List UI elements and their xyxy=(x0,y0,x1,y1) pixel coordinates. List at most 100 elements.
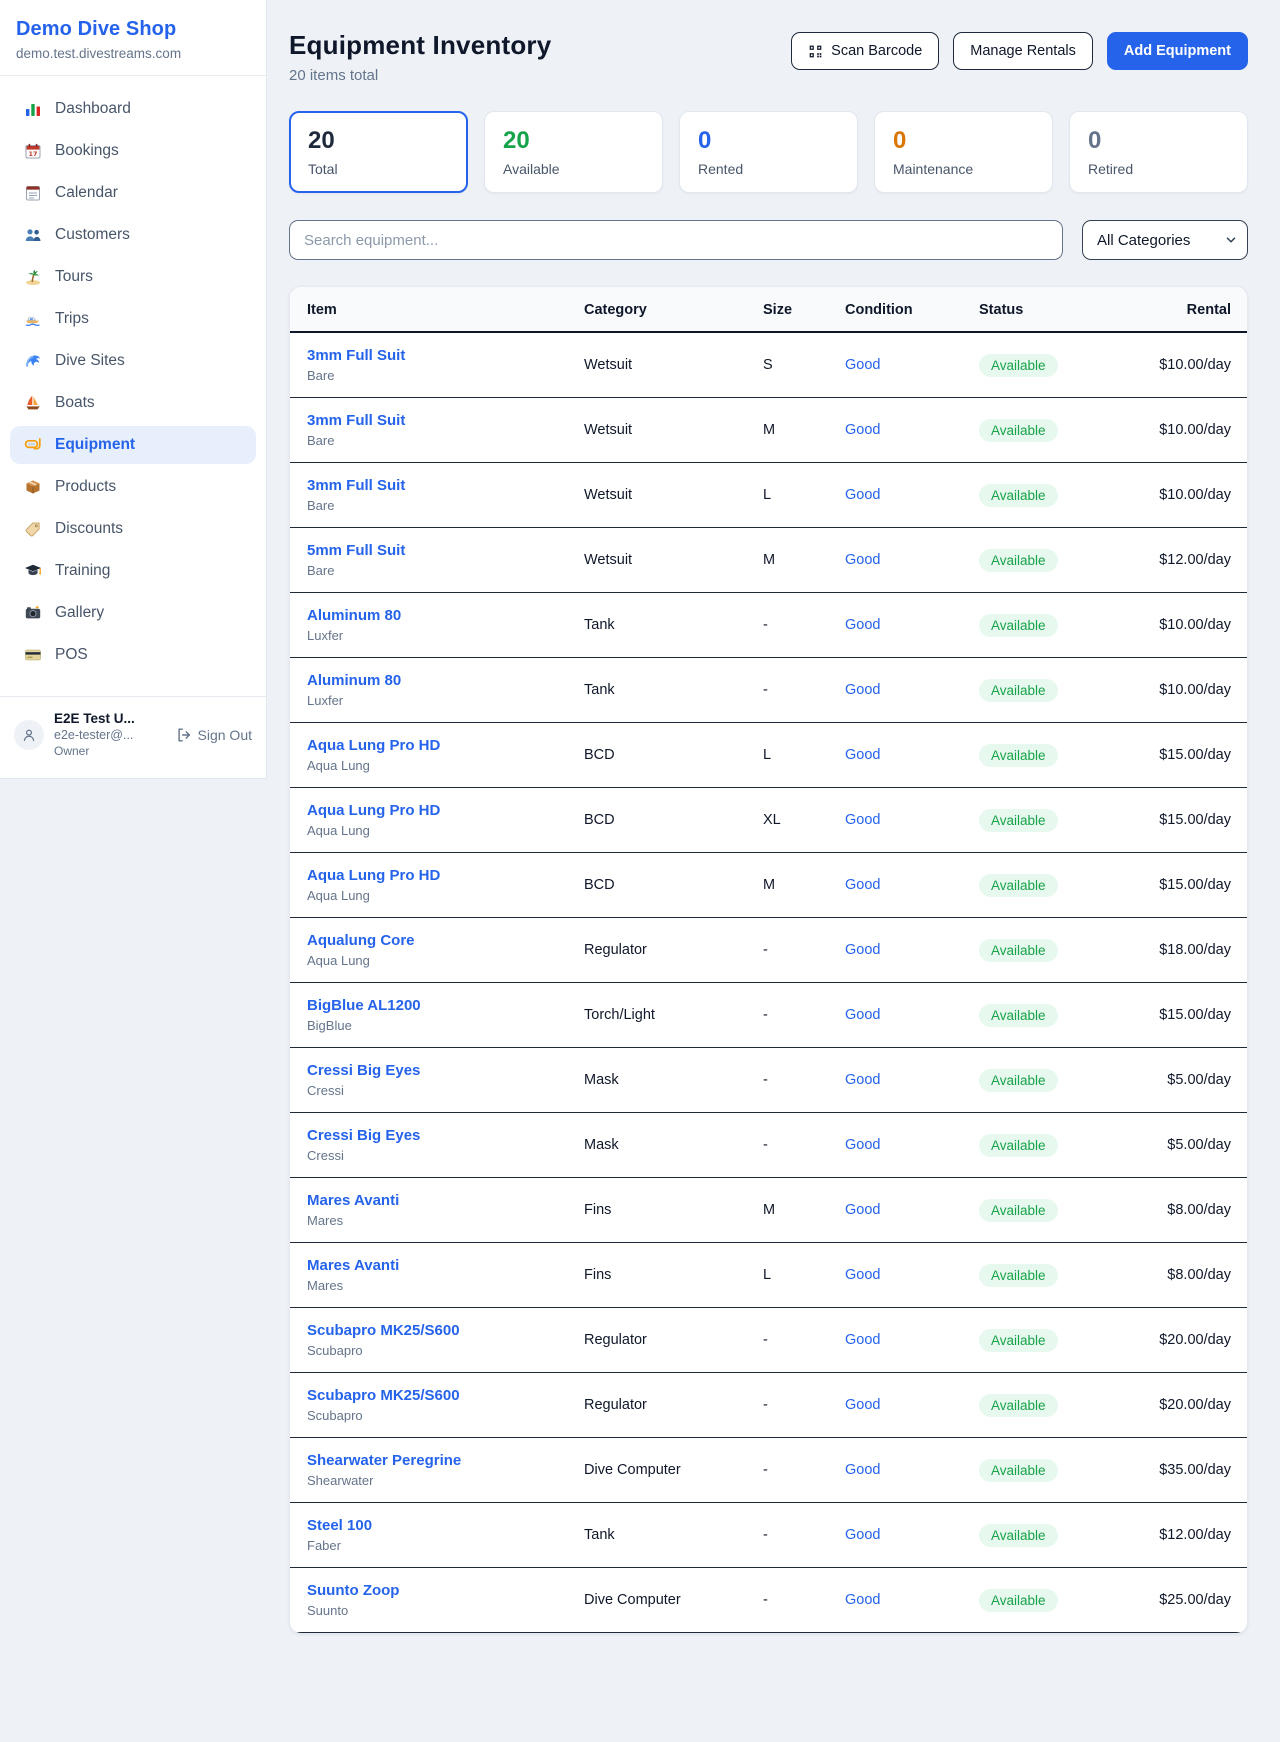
item-category: Torch/Light xyxy=(584,983,763,1048)
manage-rentals-button[interactable]: Manage Rentals xyxy=(953,32,1093,70)
item-name-link[interactable]: BigBlue AL1200 xyxy=(307,997,421,1014)
item-size: - xyxy=(763,1503,845,1568)
item-condition-link[interactable]: Good xyxy=(845,487,880,503)
item-brand: Faber xyxy=(307,1538,576,1553)
sidebar-item-label: Trips xyxy=(55,310,89,328)
item-condition-link[interactable]: Good xyxy=(845,1007,880,1023)
table-row: Scubapro MK25/S600 Scubapro Regulator - … xyxy=(290,1308,1247,1373)
item-condition-link[interactable]: Good xyxy=(845,422,880,438)
category-select[interactable]: All Categories xyxy=(1082,220,1248,260)
item-condition-link[interactable]: Good xyxy=(845,877,880,893)
status-badge: Available xyxy=(979,484,1058,507)
item-rental-rate: $10.00/day xyxy=(1099,463,1247,528)
item-condition-link[interactable]: Good xyxy=(845,1267,880,1283)
sidebar-item-equipment[interactable]: Equipment xyxy=(10,426,256,464)
item-rental-rate: $8.00/day xyxy=(1099,1243,1247,1308)
sidebar-item-boats[interactable]: Boats xyxy=(10,384,256,422)
item-condition-link[interactable]: Good xyxy=(845,1072,880,1088)
item-rental-rate: $10.00/day xyxy=(1099,332,1247,398)
item-name-link[interactable]: Scubapro MK25/S600 xyxy=(307,1387,460,1404)
item-name-link[interactable]: Aluminum 80 xyxy=(307,672,401,689)
item-category: Fins xyxy=(584,1243,763,1308)
item-name-link[interactable]: Shearwater Peregrine xyxy=(307,1452,461,1469)
stat-value: 0 xyxy=(893,127,1034,155)
sidebar-item-discounts[interactable]: Discounts xyxy=(10,510,256,548)
item-name-link[interactable]: Aluminum 80 xyxy=(307,607,401,624)
stat-card-retired[interactable]: 0 Retired xyxy=(1069,111,1248,193)
add-equipment-button[interactable]: Add Equipment xyxy=(1107,32,1248,70)
sidebar-item-pos[interactable]: POS xyxy=(10,636,256,674)
scan-barcode-label: Scan Barcode xyxy=(831,43,922,59)
item-condition-link[interactable]: Good xyxy=(845,682,880,698)
item-condition-link[interactable]: Good xyxy=(845,1397,880,1413)
add-equipment-label: Add Equipment xyxy=(1124,43,1231,59)
sidebar-item-customers[interactable]: Customers xyxy=(10,216,256,254)
item-name-link[interactable]: Cressi Big Eyes xyxy=(307,1062,420,1079)
item-name-link[interactable]: Aqua Lung Pro HD xyxy=(307,867,440,884)
item-condition-link[interactable]: Good xyxy=(845,1592,880,1608)
item-name-link[interactable]: Cressi Big Eyes xyxy=(307,1127,420,1144)
column-header-item: Item xyxy=(290,287,584,332)
equipment-table-card: Item Category Size Condition Status Rent… xyxy=(289,286,1248,1634)
stat-card-maintenance[interactable]: 0 Maintenance xyxy=(874,111,1053,193)
item-condition-link[interactable]: Good xyxy=(845,747,880,763)
item-name-link[interactable]: Aqualung Core xyxy=(307,932,415,949)
item-name-link[interactable]: Steel 100 xyxy=(307,1517,372,1534)
package-icon xyxy=(24,478,42,496)
item-name-link[interactable]: Mares Avanti xyxy=(307,1257,399,1274)
item-size: XL xyxy=(763,788,845,853)
credit-card-icon xyxy=(24,646,42,664)
item-condition-link[interactable]: Good xyxy=(845,942,880,958)
search-input[interactable] xyxy=(289,220,1063,260)
item-condition-link[interactable]: Good xyxy=(845,1137,880,1153)
item-condition-link[interactable]: Good xyxy=(845,1527,880,1543)
sidebar-item-calendar[interactable]: Calendar xyxy=(10,174,256,212)
equipment-table: Item Category Size Condition Status Rent… xyxy=(290,287,1247,1633)
item-name-link[interactable]: Mares Avanti xyxy=(307,1192,399,1209)
user-info: E2E Test U... e2e-tester@... Owner xyxy=(54,711,135,758)
item-name-link[interactable]: 5mm Full Suit xyxy=(307,542,405,559)
item-condition-link[interactable]: Good xyxy=(845,812,880,828)
tag-icon xyxy=(24,520,42,538)
item-brand: Suunto xyxy=(307,1603,576,1618)
item-size: M xyxy=(763,1178,845,1243)
item-rental-rate: $5.00/day xyxy=(1099,1113,1247,1178)
item-condition-link[interactable]: Good xyxy=(845,357,880,373)
item-name-link[interactable]: Suunto Zoop xyxy=(307,1582,399,1599)
sign-out-button[interactable]: Sign Out xyxy=(176,727,252,743)
item-name-link[interactable]: 3mm Full Suit xyxy=(307,412,405,429)
item-brand: Luxfer xyxy=(307,693,576,708)
item-name-link[interactable]: Aqua Lung Pro HD xyxy=(307,737,440,754)
svg-text:17: 17 xyxy=(28,150,37,158)
stat-card-available[interactable]: 20 Available xyxy=(484,111,663,193)
item-name-link[interactable]: Scubapro MK25/S600 xyxy=(307,1322,460,1339)
item-name-link[interactable]: 3mm Full Suit xyxy=(307,477,405,494)
item-name-link[interactable]: Aqua Lung Pro HD xyxy=(307,802,440,819)
sidebar-item-bookings[interactable]: 17 Bookings xyxy=(10,132,256,170)
item-condition-link[interactable]: Good xyxy=(845,1462,880,1478)
sidebar-item-dive-sites[interactable]: Dive Sites xyxy=(10,342,256,380)
item-brand: Luxfer xyxy=(307,628,576,643)
item-condition-link[interactable]: Good xyxy=(845,552,880,568)
item-name-link[interactable]: 3mm Full Suit xyxy=(307,347,405,364)
manage-rentals-label: Manage Rentals xyxy=(970,43,1076,59)
item-condition-link[interactable]: Good xyxy=(845,617,880,633)
sidebar-item-tours[interactable]: Tours xyxy=(10,258,256,296)
stat-card-rented[interactable]: 0 Rented xyxy=(679,111,858,193)
item-size: - xyxy=(763,1568,845,1633)
sidebar-item-trips[interactable]: Trips xyxy=(10,300,256,338)
item-size: - xyxy=(763,593,845,658)
item-condition-link[interactable]: Good xyxy=(845,1332,880,1348)
sidebar-item-training[interactable]: Training xyxy=(10,552,256,590)
sidebar-item-dashboard[interactable]: Dashboard xyxy=(10,90,256,128)
table-row: 3mm Full Suit Bare Wetsuit M Good Availa… xyxy=(290,398,1247,463)
header-actions: Scan Barcode Manage Rentals Add Equipmen… xyxy=(791,32,1248,70)
sidebar-item-gallery[interactable]: Gallery xyxy=(10,594,256,632)
scan-barcode-button[interactable]: Scan Barcode xyxy=(791,32,939,70)
bar-chart-icon xyxy=(24,100,42,118)
stat-card-total[interactable]: 20 Total xyxy=(289,111,468,193)
brand-name[interactable]: Demo Dive Shop xyxy=(16,18,250,41)
item-condition-link[interactable]: Good xyxy=(845,1202,880,1218)
stat-value: 0 xyxy=(1088,127,1229,155)
sidebar-item-products[interactable]: Products xyxy=(10,468,256,506)
